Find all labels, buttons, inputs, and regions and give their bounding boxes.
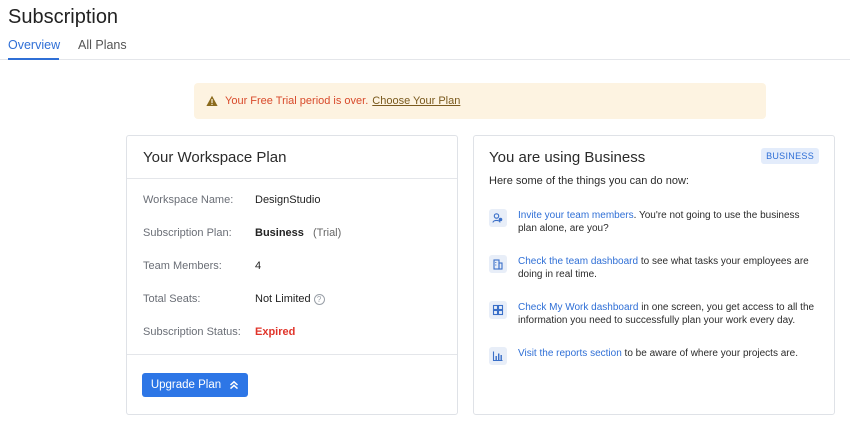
action-team-dashboard-text: Check the team dashboard to see what tas… <box>518 255 819 281</box>
business-intro: Here some of the things you can do now: <box>489 175 689 187</box>
dashboard-building-icon <box>489 255 507 273</box>
reports-section-link[interactable]: Visit the reports section <box>518 348 622 359</box>
total-seats-row: Total Seats: Not Limited? <box>143 293 457 326</box>
business-plan-card: You are using Business BUSINESS Here som… <box>473 135 835 415</box>
team-members-label: Team Members: <box>143 260 222 272</box>
team-members-icon <box>489 209 507 227</box>
total-seats-value-wrap: Not Limited? <box>255 293 325 326</box>
total-seats-value: Not Limited <box>255 293 311 305</box>
team-members-value: 4 <box>255 260 262 272</box>
my-work-dashboard-link[interactable]: Check My Work dashboard <box>518 302 638 313</box>
action-my-work-dashboard: Check My Work dashboard in one screen, y… <box>489 301 819 327</box>
subscription-status-label: Subscription Status: <box>143 326 241 338</box>
action-reports-desc: to be aware of where your projects are. <box>621 348 798 359</box>
tab-all-plans[interactable]: All Plans <box>78 38 127 60</box>
workspace-name-value: DesignStudio <box>255 194 321 206</box>
subscription-plan-label: Subscription Plan: <box>143 227 232 239</box>
subscription-status-row: Subscription Status: Expired <box>143 326 457 359</box>
workspace-plan-title: Your Workspace Plan <box>127 136 457 179</box>
business-title: You are using Business <box>489 149 646 166</box>
action-my-work-text: Check My Work dashboard in one screen, y… <box>518 301 819 327</box>
action-reports: Visit the reports section to be aware of… <box>489 347 819 365</box>
workspace-plan-card: Your Workspace Plan Workspace Name: Desi… <box>126 135 458 415</box>
workspace-info: Workspace Name: DesignStudio Subscriptio… <box>127 179 457 355</box>
upgrade-plan-button[interactable]: Upgrade Plan <box>142 373 248 397</box>
subscription-plan-note: (Trial) <box>312 227 342 239</box>
action-invite-members: Invite your team members. You're not goi… <box>489 209 819 235</box>
invite-members-link[interactable]: Invite your team members <box>518 210 634 221</box>
tab-overview[interactable]: Overview <box>8 38 60 60</box>
action-invite-text: Invite your team members. You're not goi… <box>518 209 819 235</box>
trial-expired-alert: Your Free Trial period is over. Choose Y… <box>194 83 766 119</box>
grid-dashboard-icon <box>489 301 507 319</box>
double-chevron-up-icon <box>230 380 239 390</box>
tab-bar: Overview All Plans <box>0 38 850 60</box>
warning-triangle-icon <box>206 95 218 106</box>
choose-plan-link[interactable]: Choose Your Plan <box>372 95 460 107</box>
plan-badge: BUSINESS <box>761 148 819 164</box>
page-title: Subscription <box>8 6 119 28</box>
subscription-plan-value: Business <box>255 227 304 239</box>
workspace-name-row: Workspace Name: DesignStudio <box>143 194 457 227</box>
subscription-plan-value-wrap: Business (Trial) <box>255 227 341 260</box>
action-reports-text: Visit the reports section to be aware of… <box>518 347 798 365</box>
help-icon[interactable]: ? <box>313 294 325 305</box>
team-members-row: Team Members: 4 <box>143 260 457 293</box>
total-seats-label: Total Seats: <box>143 293 201 305</box>
action-team-dashboard: Check the team dashboard to see what tas… <box>489 255 819 281</box>
upgrade-plan-label: Upgrade Plan <box>150 379 222 391</box>
subscription-status-value: Expired <box>255 326 296 338</box>
bar-chart-icon <box>489 347 507 365</box>
subscription-plan-row: Subscription Plan: Business (Trial) <box>143 227 457 260</box>
team-dashboard-link[interactable]: Check the team dashboard <box>518 256 638 267</box>
workspace-name-label: Workspace Name: <box>143 194 234 206</box>
alert-message: Your Free Trial period is over. <box>225 95 369 107</box>
